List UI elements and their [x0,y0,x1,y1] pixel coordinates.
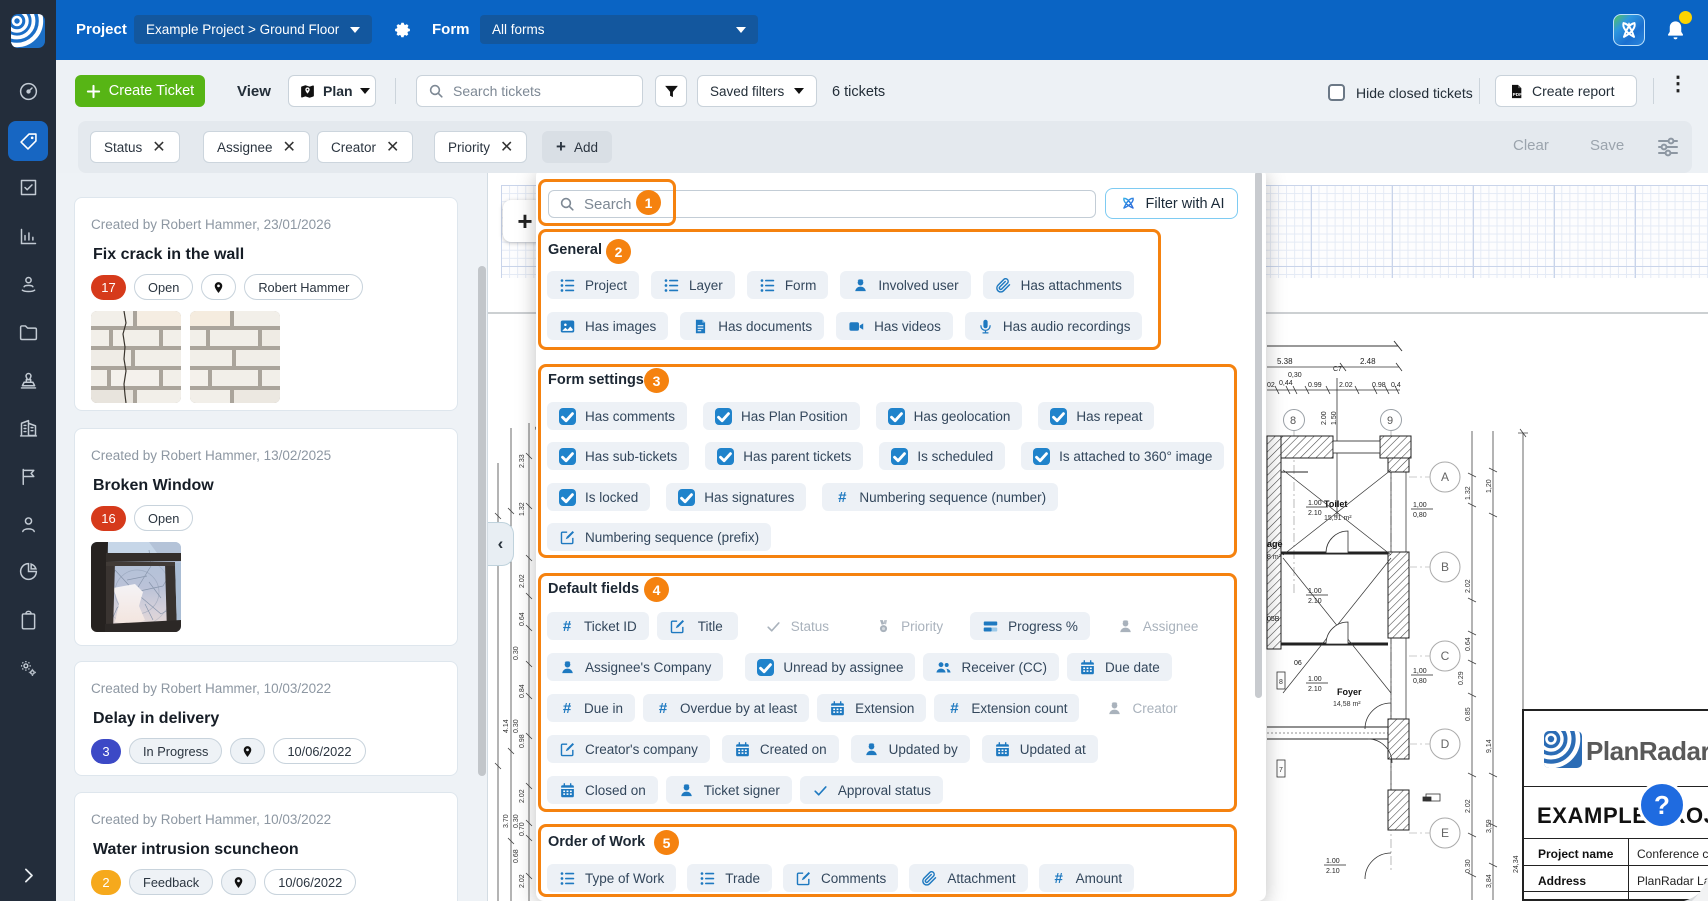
svg-text:1,20: 1,20 [1486,479,1493,493]
svg-text:2.48: 2.48 [1360,357,1376,366]
svg-text:0.30: 0.30 [513,814,520,828]
svg-text:02: 02 [1267,382,1275,389]
svg-text:2.10: 2.10 [1308,686,1322,693]
svg-text:2.10: 2.10 [1326,868,1340,875]
svg-text:8: 8 [1279,679,1283,686]
svg-text:age: age [1267,539,1283,549]
svg-text:8 m²: 8 m² [1267,554,1282,561]
svg-text:2.02: 2.02 [1465,579,1472,593]
svg-text:E: E [1441,826,1449,840]
svg-text:0.99: 0.99 [1308,382,1322,389]
svg-text:Foyer: Foyer [1337,687,1362,697]
svg-text:A: A [1441,470,1449,484]
svg-text:0,80: 0,80 [1413,678,1427,685]
svg-text:0,80: 0,80 [1413,512,1427,519]
svg-text:0.64: 0.64 [519,612,526,626]
svg-text:8: 8 [1290,415,1296,427]
svg-text:0.70: 0.70 [519,822,526,836]
svg-text:0.29: 0.29 [1458,671,1465,685]
svg-text:2.00: 2.00 [1321,411,1328,425]
svg-text:0.68: 0.68 [513,849,520,863]
svg-text:05B: 05B [1267,616,1280,623]
svg-text:24,34: 24,34 [1513,855,1520,873]
svg-text:0.30: 0.30 [513,719,520,733]
svg-text:2.02: 2.02 [1465,799,1472,813]
svg-text:06: 06 [1294,660,1302,667]
svg-text:1.32: 1.32 [519,502,526,516]
svg-text:3,59: 3,59 [1486,819,1493,833]
svg-text:1,00: 1,00 [1413,502,1427,509]
svg-text:15,51 m²: 15,51 m² [1324,515,1352,522]
svg-text:2.10: 2.10 [1308,598,1322,605]
svg-text:2.10: 2.10 [1308,510,1322,517]
svg-text:0.64: 0.64 [1465,637,1472,651]
svg-text:2.33: 2.33 [519,454,526,468]
svg-text:1.00: 1.00 [1308,676,1322,683]
svg-text:9,14: 9,14 [1486,739,1493,753]
svg-text:2.02: 2.02 [1339,382,1353,389]
svg-text:2.02: 2.02 [519,574,526,588]
svg-text:0.98: 0.98 [519,734,526,748]
svg-text:2.02: 2.02 [519,874,526,888]
svg-text:0.84: 0.84 [519,684,526,698]
svg-text:9: 9 [1387,415,1393,427]
svg-text:B: B [1441,560,1449,574]
svg-text:0.30: 0.30 [513,646,520,660]
svg-text:D: D [1441,737,1450,751]
svg-text:7: 7 [1279,767,1283,774]
svg-text:1.32: 1.32 [1465,486,1472,500]
svg-text:PDF: PDF [1513,92,1522,97]
svg-text:4.14: 4.14 [503,719,510,733]
svg-text:0.85: 0.85 [1465,707,1472,721]
svg-text:C7: C7 [1333,366,1342,373]
svg-text:14,58 m²: 14,58 m² [1333,701,1361,708]
svg-text:5.38: 5.38 [1277,357,1293,366]
svg-text:0,44: 0,44 [1279,380,1293,387]
svg-text:0.4: 0.4 [1391,382,1401,389]
svg-text:Toilet: Toilet [1324,499,1347,509]
svg-text:3,84: 3,84 [1486,874,1493,888]
svg-text:3.70: 3.70 [503,814,510,828]
svg-text:1.00: 1.00 [1308,588,1322,595]
svg-text:C: C [1441,649,1450,663]
svg-text:2.02: 2.02 [519,789,526,803]
svg-text:0.98: 0.98 [1372,382,1386,389]
svg-text:1.00: 1.00 [1326,858,1340,865]
svg-text:0.30: 0.30 [1465,859,1472,873]
svg-text:1,00: 1,00 [1413,668,1427,675]
svg-text:1.00: 1.00 [1308,500,1322,507]
svg-text:0,30: 0,30 [1288,372,1302,379]
